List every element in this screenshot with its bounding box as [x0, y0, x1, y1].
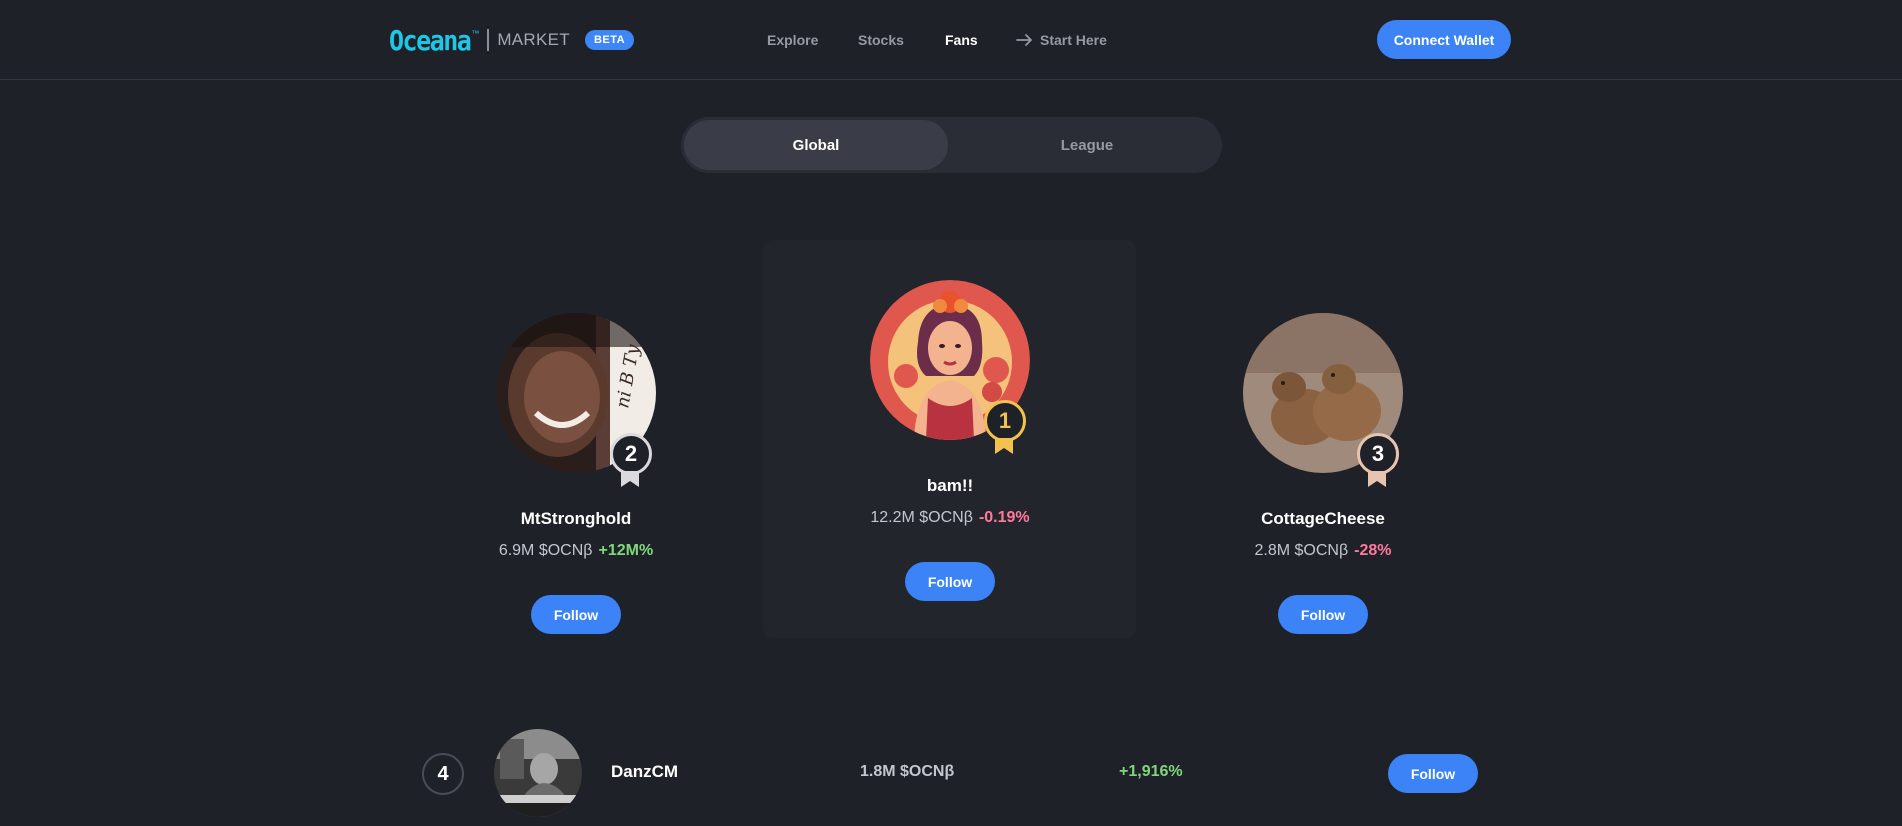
- rank-badge: 3: [1357, 433, 1399, 475]
- change-percent: -28%: [1354, 542, 1392, 559]
- logo-market-label: MARKET: [497, 30, 570, 49]
- change-percent: -0.19%: [978, 509, 1030, 526]
- logo-wordmark: Oceana: [389, 23, 472, 57]
- connect-wallet-button[interactable]: Connect Wallet: [1377, 20, 1511, 59]
- follow-button[interactable]: Follow: [1388, 754, 1478, 793]
- logo-trademark: ™: [471, 28, 480, 38]
- follow-button[interactable]: Follow: [531, 595, 621, 634]
- user-name[interactable]: MtStronghold: [456, 509, 696, 529]
- user-name[interactable]: CottageCheese: [1203, 509, 1443, 529]
- avatar-wrap: ni B Ty 2: [496, 313, 656, 487]
- balance: 2.8M $OCNβ: [1254, 542, 1349, 559]
- leaderboard-tabs: Global League: [681, 117, 1222, 173]
- avatar-wrap: 1: [870, 280, 1030, 454]
- avatar-wrap: 3: [1243, 313, 1403, 487]
- logo-divider: [487, 29, 490, 51]
- nav-start-here[interactable]: Start Here: [1016, 32, 1107, 48]
- user-name[interactable]: bam!!: [830, 476, 1070, 496]
- user-stats: 12.2M $OCNβ -0.19%: [830, 509, 1070, 527]
- beta-badge: BETA: [584, 30, 635, 50]
- user-name[interactable]: DanzCM: [611, 762, 678, 782]
- nav-stocks[interactable]: Stocks: [858, 32, 904, 48]
- balance: 6.9M $OCNβ: [498, 542, 593, 559]
- avatar[interactable]: [494, 729, 582, 817]
- row-rank-badge: 4: [422, 753, 464, 795]
- follow-button[interactable]: Follow: [1278, 595, 1368, 634]
- nav-explore[interactable]: Explore: [767, 32, 818, 48]
- top-nav-bar: Oceana ™ MARKET BETA Explore Stocks Fans…: [0, 0, 1902, 80]
- change-percent: +12M%: [598, 542, 654, 559]
- tab-global[interactable]: Global: [684, 120, 948, 170]
- oceana-logo[interactable]: Oceana ™ MARKET BETA: [389, 23, 635, 57]
- balance: 1.8M $OCNβ: [860, 763, 955, 780]
- balance: 12.2M $OCNβ: [870, 509, 973, 526]
- arrow-right-icon: [1016, 34, 1034, 46]
- rank-badge: 2: [610, 433, 652, 475]
- follow-button[interactable]: Follow: [905, 562, 995, 601]
- change-percent: +1,916%: [1119, 763, 1183, 780]
- ribbon-icon: [995, 438, 1013, 454]
- nav-fans[interactable]: Fans: [945, 32, 978, 48]
- nav-start-here-label: Start Here: [1040, 32, 1107, 48]
- podium-rank-3: 3 CottageCheese 2.8M $OCNβ -28% Follow: [1203, 313, 1443, 643]
- ribbon-icon: [621, 471, 639, 487]
- user-stats: 2.8M $OCNβ -28%: [1203, 542, 1443, 560]
- ribbon-icon: [1368, 471, 1386, 487]
- podium-rank-2: ni B Ty 2 MtStronghold 6.9M $OCNβ +12M% F…: [456, 313, 696, 643]
- podium-rank-1: 1 bam!! 12.2M $OCNβ -0.19% Follow: [830, 280, 1070, 610]
- user-stats: 6.9M $OCNβ +12M%: [456, 542, 696, 560]
- rank-badge: 1: [984, 400, 1026, 442]
- tab-league[interactable]: League: [955, 120, 1219, 170]
